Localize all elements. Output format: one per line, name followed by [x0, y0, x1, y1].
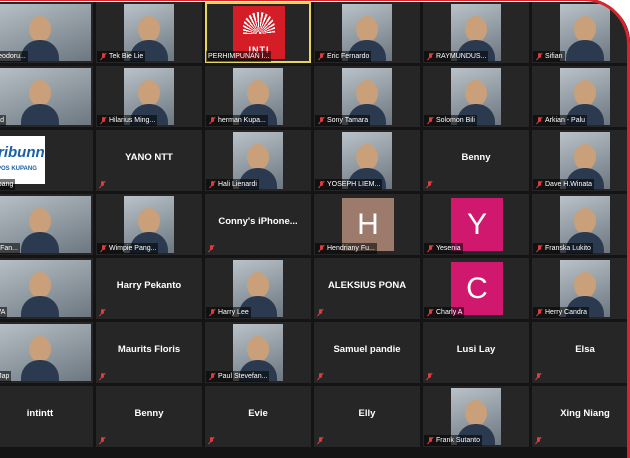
red-accent-border [0, 0, 630, 458]
video-conference-screenshot: Theodoru...Tek Bie LieINTIPERHIMPUNAN I.… [0, 0, 630, 458]
